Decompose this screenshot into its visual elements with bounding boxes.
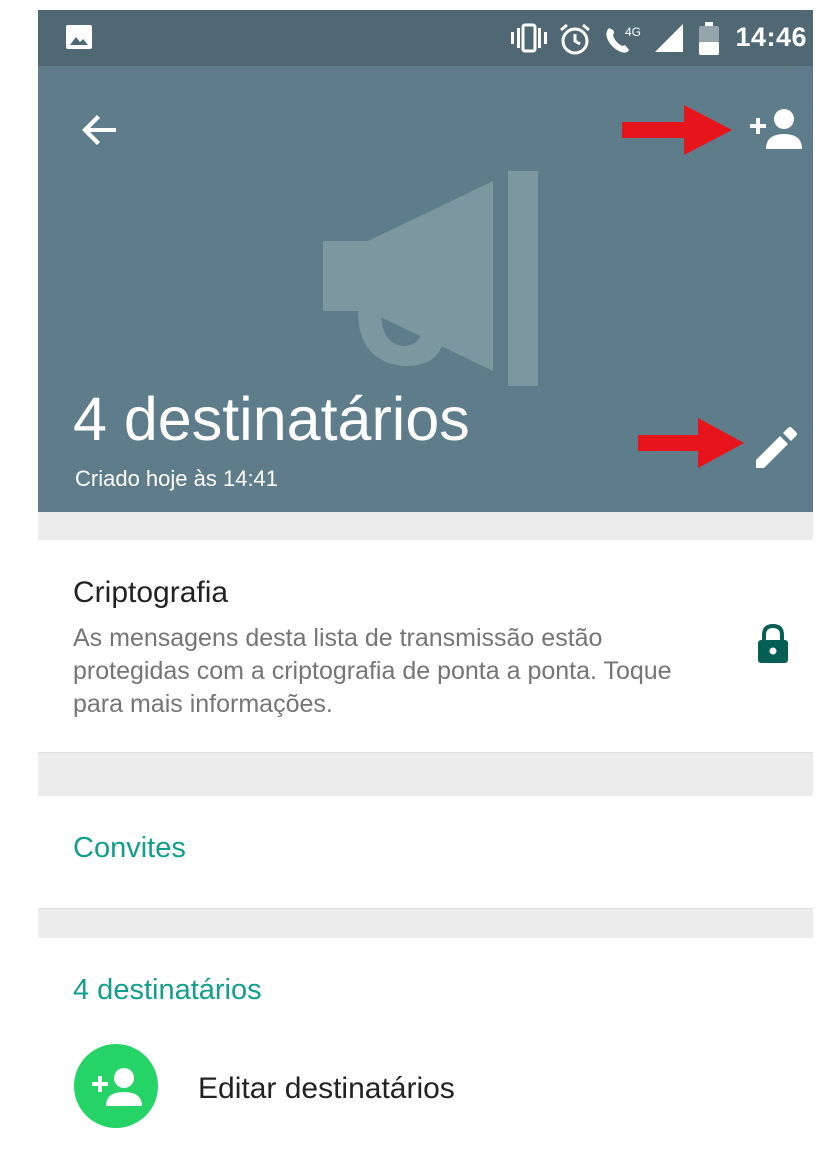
back-arrow-icon[interactable] <box>76 106 124 154</box>
section-divider <box>38 908 813 939</box>
encryption-description: As mensagens desta lista de transmissão … <box>73 624 672 718</box>
invites-row[interactable]: Convites <box>38 796 813 908</box>
signal-icon <box>653 22 685 59</box>
volte-4g-icon: 4G <box>603 22 647 61</box>
annotation-arrow-icon <box>622 105 732 160</box>
megaphone-icon <box>323 171 553 406</box>
add-person-icon <box>92 1068 142 1106</box>
battery-icon <box>698 22 720 61</box>
page-title: 4 destinatários <box>73 385 470 453</box>
screen: 4G 14:46 4 destinatários Criado hoje às … <box>0 0 823 1152</box>
status-bar: 4G 14:46 <box>38 10 813 66</box>
recipients-section: 4 destinatários Editar destinatários <box>38 938 813 1152</box>
vibrate-icon <box>508 22 548 59</box>
pencil-icon[interactable] <box>750 422 802 474</box>
annotation-arrow-icon <box>638 418 744 473</box>
left-margin <box>0 0 38 1152</box>
status-time: 14:46 <box>735 22 807 52</box>
lock-icon <box>756 623 790 669</box>
add-person-icon[interactable] <box>746 104 806 154</box>
section-divider <box>38 512 813 540</box>
svg-text:4G: 4G <box>625 25 641 39</box>
image-icon <box>64 22 94 57</box>
recipients-header: 4 destinatários <box>73 974 262 1006</box>
edit-recipients-label: Editar destinatários <box>198 1072 455 1105</box>
created-timestamp: Criado hoje às 14:41 <box>75 466 279 491</box>
encryption-title: Criptografia <box>73 576 229 609</box>
edit-recipients-button[interactable]: Editar destinatários <box>38 1034 813 1134</box>
alarm-icon <box>558 22 592 61</box>
invites-label: Convites <box>73 832 186 864</box>
section-divider <box>38 752 813 797</box>
encryption-row[interactable]: Criptografia As mensagens desta lista de… <box>38 540 813 752</box>
edit-recipients-avatar <box>74 1044 158 1128</box>
right-margin <box>813 0 823 1152</box>
